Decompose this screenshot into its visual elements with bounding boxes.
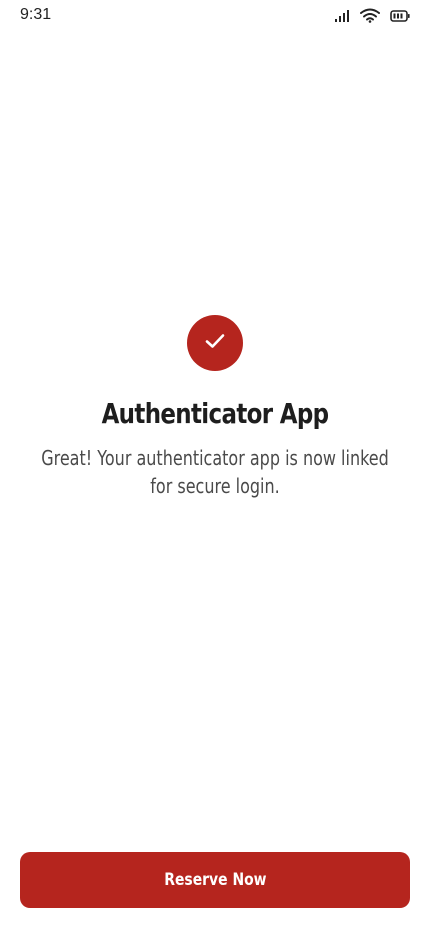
reserve-now-label: Reserve Now bbox=[163, 870, 267, 890]
success-panel: Authenticator App Great! Your authentica… bbox=[0, 315, 430, 500]
status-icons bbox=[334, 8, 410, 23]
success-message: Great! Your authenticator app is now lin… bbox=[41, 446, 389, 498]
signal-icon bbox=[334, 9, 350, 23]
page-title: Authenticator App bbox=[101, 397, 330, 430]
reserve-now-button[interactable]: Reserve Now bbox=[20, 852, 410, 908]
status-bar: 9:31 bbox=[0, 0, 430, 34]
battery-icon bbox=[390, 9, 410, 22]
status-time: 9:31 bbox=[20, 6, 52, 23]
checkmark-icon bbox=[204, 332, 226, 355]
success-badge bbox=[187, 315, 243, 371]
wifi-icon bbox=[360, 8, 380, 23]
